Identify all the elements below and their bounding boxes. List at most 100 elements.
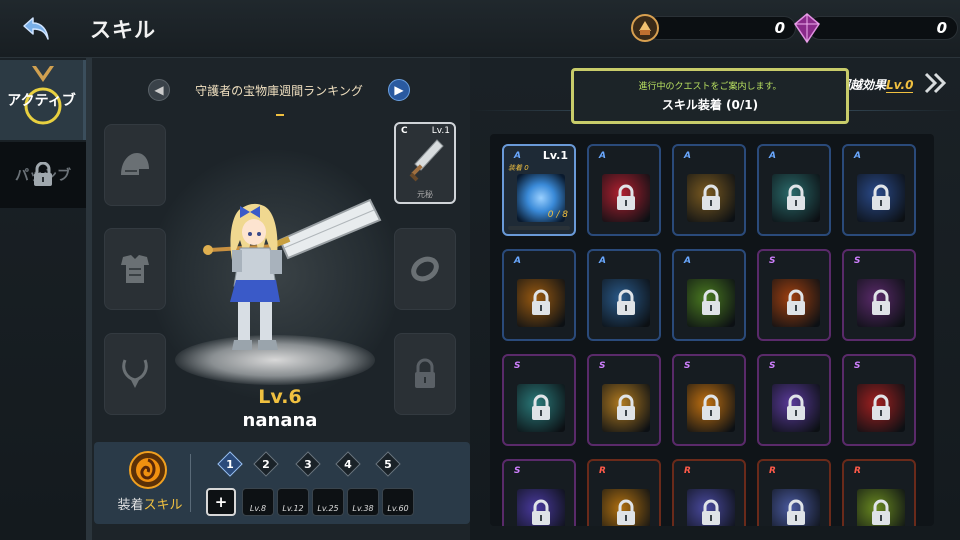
skill-grade: A	[514, 151, 521, 161]
lock-icon	[614, 289, 638, 317]
locked-skill-card[interactable]: S	[502, 459, 576, 526]
lock-icon	[869, 184, 893, 212]
skill-slot-number-3[interactable]: 3	[295, 451, 321, 477]
character-sprite	[203, 198, 382, 350]
weapon-level: Lv.1	[431, 126, 450, 136]
skill-grid: A Lv.1 装着 0 0 / 8 A A A A A A A S S S S S S S S R R R R	[490, 134, 934, 526]
locked-skill-card[interactable]: A	[672, 144, 746, 236]
skill-grade: A	[599, 256, 606, 266]
skill-slot-number-4[interactable]: 4	[335, 451, 361, 477]
equipped-skill-emblem[interactable]	[128, 450, 168, 490]
skill-grade: A	[684, 151, 691, 161]
locked-skill-level: Lv.38	[352, 504, 374, 513]
lock-icon	[784, 184, 808, 212]
skill-slot-number-label: 2	[262, 457, 270, 471]
quest-guide[interactable]: 進行中のクエストをご案内します。 スキル装着 (0/1)	[571, 68, 849, 124]
character-name: nanana	[242, 410, 318, 431]
ranking-indicator	[276, 114, 284, 116]
locked-skill-card[interactable]: S	[842, 354, 916, 446]
locked-skill-slot[interactable]: Lv.25	[312, 488, 344, 516]
locked-equip-slot[interactable]	[394, 333, 456, 415]
locked-skill-card[interactable]: S	[502, 354, 576, 446]
skill-grade: R	[599, 466, 606, 476]
weapon-slot[interactable]: C Lv.1 元秘	[394, 122, 456, 204]
lock-icon	[699, 499, 723, 526]
locked-skill-card[interactable]: S	[757, 354, 831, 446]
lock-icon	[784, 499, 808, 526]
add-skill-button[interactable]: +	[206, 488, 236, 516]
locked-skill-slot[interactable]: Lv.60	[382, 488, 414, 516]
lock-icon	[784, 394, 808, 422]
lock-icon	[529, 499, 553, 526]
locked-skill-card[interactable]: R	[587, 459, 661, 526]
skill-level: Lv.1	[542, 149, 568, 162]
lock-icon	[699, 289, 723, 317]
top-bar: スキル 0 0	[0, 0, 960, 58]
fire-swirl-icon	[129, 451, 167, 489]
skill-slot-number-2[interactable]: 2	[253, 451, 279, 477]
skill-grade: R	[684, 466, 691, 476]
skill-grade: S	[514, 466, 521, 476]
equipped-skills-label-highlight: スキル	[143, 498, 183, 513]
locked-skill-slot[interactable]: Lv.8	[242, 488, 274, 516]
ranking-banner[interactable]: ◀ 守護者の宝物庫週間ランキング ▶	[148, 78, 410, 102]
skill-upgrade-count: 0 / 8	[547, 210, 568, 220]
armor-slot[interactable]	[104, 228, 166, 310]
lock-icon	[529, 394, 553, 422]
double-chevron-icon[interactable]	[924, 72, 950, 94]
locked-skill-card[interactable]: A	[502, 249, 576, 341]
page-title: スキル	[90, 18, 156, 42]
quest-hint: 進行中のクエストをご案内します。	[638, 82, 782, 92]
lock-icon	[614, 499, 638, 526]
locked-skill-card[interactable]: S	[672, 354, 746, 446]
crystal-gem-icon	[794, 13, 820, 44]
locked-skill-card[interactable]: A	[842, 144, 916, 236]
skill-grade: S	[514, 361, 521, 371]
ring-slot[interactable]	[394, 228, 456, 310]
locked-skill-card[interactable]: R	[842, 459, 916, 526]
helmet-slot[interactable]	[104, 124, 166, 206]
locked-skill-card[interactable]: S	[757, 249, 831, 341]
skill-slot-number-5[interactable]: 5	[375, 451, 401, 477]
lock-icon	[614, 184, 638, 212]
gem-amount: 0	[808, 16, 958, 40]
skill-slot-number-1[interactable]: 1	[217, 451, 243, 477]
skill-slot-number-label: 4	[344, 457, 352, 471]
skill-grade: S	[769, 256, 776, 266]
skill-slot-number-label: 1	[226, 457, 234, 471]
lock-icon	[869, 289, 893, 317]
armor-icon	[121, 255, 149, 283]
back-button[interactable]	[18, 12, 54, 46]
locked-skill-slot[interactable]: Lv.38	[347, 488, 379, 516]
gold-amount: 0	[646, 16, 796, 40]
lock-icon	[415, 358, 435, 388]
locked-skill-card[interactable]: R	[672, 459, 746, 526]
necklace-slot[interactable]	[104, 333, 166, 415]
lock-icon	[869, 499, 893, 526]
skill-card[interactable]: A Lv.1 装着 0 0 / 8	[502, 144, 576, 236]
transcend-level: Lv.0	[886, 78, 914, 93]
skill-grade: S	[854, 256, 861, 266]
ranking-prev-button[interactable]: ◀	[148, 79, 170, 101]
locked-skill-slot[interactable]: Lv.12	[277, 488, 309, 516]
locked-skill-card[interactable]: A	[757, 144, 831, 236]
tab-passive-skills[interactable]: パッシブ	[0, 142, 86, 208]
lock-icon	[614, 394, 638, 422]
tab-active-skills[interactable]: アクティブ	[0, 60, 86, 140]
locked-skill-card[interactable]: A	[672, 249, 746, 341]
locked-skill-card[interactable]: S	[842, 249, 916, 341]
locked-skill-card[interactable]: R	[757, 459, 831, 526]
gem-currency[interactable]: 0	[792, 13, 958, 44]
skill-grade: A	[514, 256, 521, 266]
skill-grade: A	[769, 151, 776, 161]
locked-skill-card[interactable]: S	[587, 354, 661, 446]
ranking-next-button[interactable]: ▶	[388, 79, 410, 101]
locked-skill-card[interactable]: A	[587, 249, 661, 341]
sword-icon	[409, 139, 444, 182]
skill-grade: S	[769, 361, 776, 371]
equip-bar-divider	[190, 454, 191, 512]
ring-icon	[411, 256, 439, 282]
locked-skill-card[interactable]: A	[587, 144, 661, 236]
gold-currency[interactable]: 0	[630, 14, 796, 42]
lock-icon	[699, 184, 723, 212]
